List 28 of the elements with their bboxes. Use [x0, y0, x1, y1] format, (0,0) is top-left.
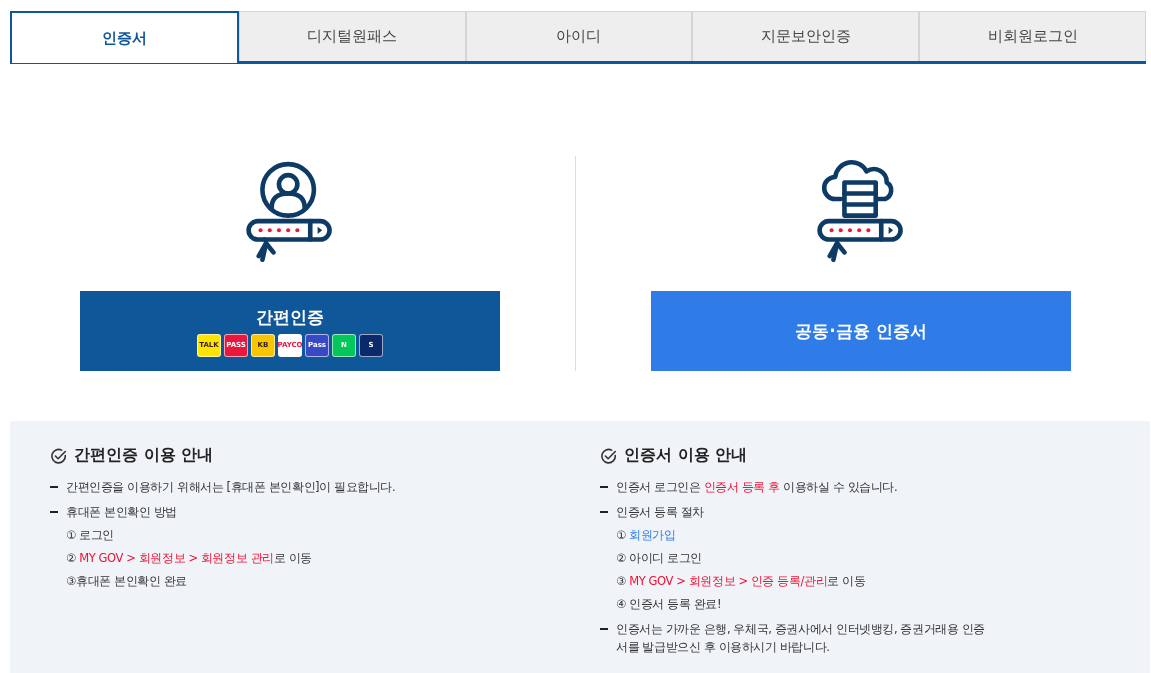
check-circle-icon: [600, 446, 618, 465]
dash-icon: [600, 628, 608, 630]
tab[interactable]: 인증서: [10, 11, 239, 63]
guide-text: 인증서 등록 절차: [616, 504, 704, 521]
tab[interactable]: 아이디: [465, 11, 693, 61]
section-title: 간편인증 이용 안내: [74, 445, 214, 466]
step-text: ① 회원가입: [616, 527, 676, 544]
dash-icon: [50, 486, 58, 488]
tab[interactable]: 디지털원패스: [238, 11, 466, 61]
tab[interactable]: 비회원로그인: [919, 11, 1146, 61]
dash-icon: [600, 486, 608, 488]
tab[interactable]: 지문보안인증: [692, 11, 920, 61]
step-text: ③휴대폰 본인확인 완료: [66, 573, 187, 590]
dash-icon: [50, 511, 58, 513]
check-circle-icon: [50, 446, 68, 465]
guide-text: 인증서 로그인은 인증서 등록 후 이용하실 수 있습니다.: [616, 479, 898, 496]
step-text: ③ MY GOV > 회원정보 > 인증 등록/관리로 이동: [616, 573, 866, 590]
dash-icon: [600, 511, 608, 513]
certificate-button[interactable]: 공동·금융 인증서: [651, 291, 1071, 371]
guide-text: 인증서는 가까운 은행, 우체국, 증권사에서 인터넷뱅킹, 증권거래용 인증서를 발급받으신 후 이용하시기 바랍니다.: [616, 621, 986, 656]
guide-text: 휴대폰 본인확인 방법: [66, 504, 177, 521]
guide-text: 간편인증을 이용하기 위해서는 [휴대폰 본인확인]이 필요합니다.: [66, 479, 396, 496]
step-text: ② 아이디 로그인: [616, 550, 703, 567]
step-text: ② MY GOV > 회원정보 > 회원정보 관리 로 이동: [66, 550, 312, 567]
link[interactable]: 회원가입: [629, 528, 676, 542]
step-text: ④ 인증서 등록 완료!: [616, 596, 722, 613]
section-title: 인증서 이용 안내: [624, 445, 748, 466]
step-text: ① 로그인: [66, 527, 114, 544]
